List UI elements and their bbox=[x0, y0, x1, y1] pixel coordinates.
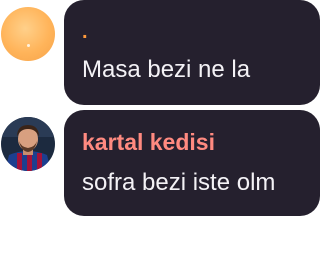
message-bubble[interactable]: kartal kedisi sofra bezi iste olm bbox=[64, 110, 320, 216]
chat-message[interactable]: . Masa bezi ne la bbox=[0, 0, 320, 105]
message-text: Masa bezi ne la bbox=[82, 56, 251, 83]
avatar[interactable] bbox=[1, 117, 55, 171]
sender-name[interactable]: kartal kedisi bbox=[82, 131, 215, 154]
sender-name[interactable]: . bbox=[82, 22, 88, 42]
avatar[interactable] bbox=[1, 7, 55, 61]
message-text: sofra bezi iste olm bbox=[82, 169, 276, 196]
avatar-dot bbox=[27, 44, 30, 47]
message-bubble[interactable]: . Masa bezi ne la bbox=[64, 0, 320, 105]
football-player-photo bbox=[1, 117, 55, 171]
chat-message-list: . Masa bezi ne la kartal kedisi sofra be… bbox=[0, 0, 320, 267]
chat-message[interactable]: kartal kedisi sofra bezi iste olm bbox=[0, 110, 320, 216]
